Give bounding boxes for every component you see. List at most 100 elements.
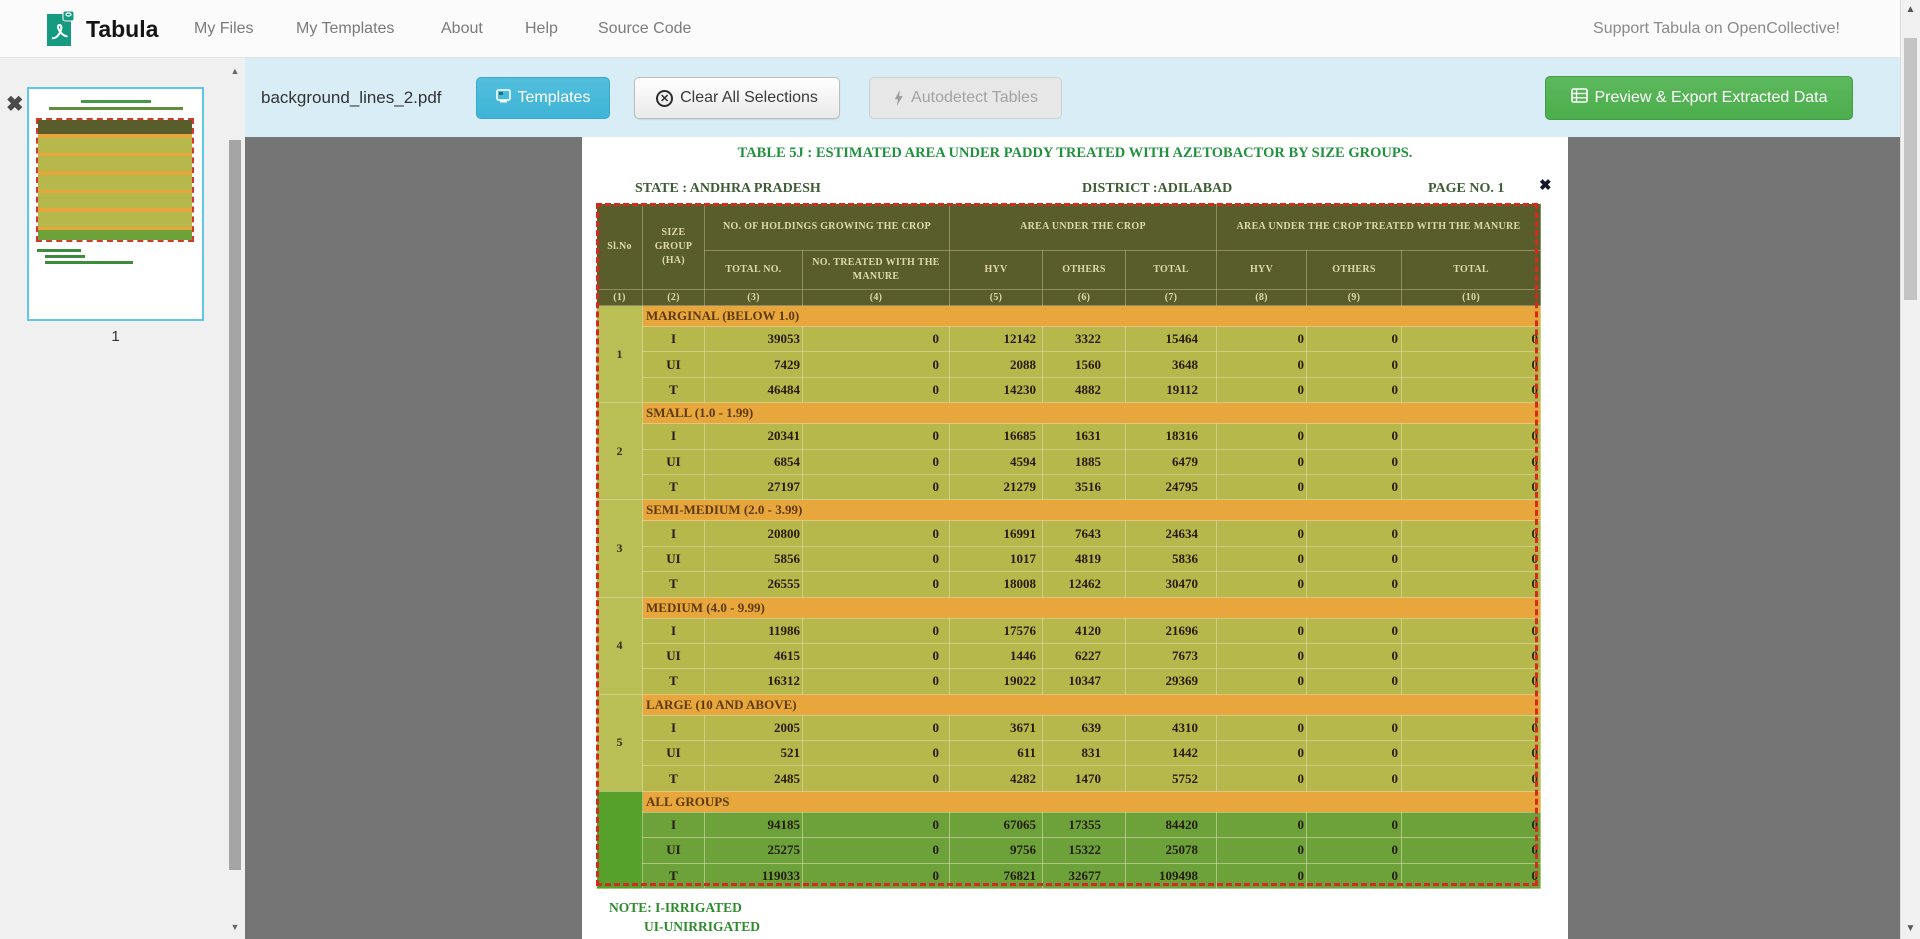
value-cell: 0 [1217,474,1307,499]
value-cell: 19022 [950,669,1043,694]
value-cell: 0 [1402,838,1541,863]
table-row: T11903307682132677109498000 [597,863,1541,888]
table-row: T265550180081246230470000 [597,572,1541,597]
value-cell: 0 [1307,352,1402,377]
value-cell: 1442 [1126,741,1217,766]
table-row: UI68540459418856479000 [597,449,1541,474]
pdf-note-line-1: NOTE: I-IRRIGATED [609,900,742,916]
sidebar-scrollbar[interactable]: ▲ ▼ [227,58,243,939]
value-cell: 25275 [705,838,803,863]
clear-all-selections-button[interactable]: ✕ Clear All Selections [634,77,840,119]
col-subheader: TOTAL [1402,251,1541,290]
value-cell: 4282 [950,766,1043,791]
col-number: (6) [1043,290,1126,306]
scroll-up-icon[interactable]: ▲ [1901,4,1920,15]
value-cell: 12462 [1043,572,1126,597]
col-header-size-group: SIZE GROUP (HA) [643,204,705,290]
col-subheader: HYV [1217,251,1307,290]
selection-close-icon[interactable]: ✖ [1539,179,1552,194]
autodetect-button-label: Autodetect Tables [911,89,1038,107]
value-cell: 0 [1402,352,1541,377]
value-cell: 0 [1307,572,1402,597]
scroll-down-icon[interactable]: ▼ [227,922,243,932]
scroll-up-icon[interactable]: ▲ [227,66,243,76]
value-cell: 21279 [950,474,1043,499]
remove-page-icon[interactable]: ✖ [6,94,24,115]
size-group-band: ALL GROUPS [597,791,1541,812]
row-label-cell: UI [643,546,705,571]
value-cell: 1885 [1043,449,1126,474]
col-header-slno: Sl.No [597,204,643,290]
value-cell: 0 [803,449,950,474]
col-number: (3) [705,290,803,306]
export-button-label: Preview & Export Extracted Data [1595,89,1828,107]
col-subheader: OTHERS [1307,251,1402,290]
template-upload-icon [496,89,511,108]
pdf-table-title: TABLE 5J : ESTIMATED AREA UNDER PADDY TR… [582,145,1568,162]
preview-export-button[interactable]: Preview & Export Extracted Data [1545,76,1853,120]
templates-button[interactable]: Templates [476,77,610,119]
value-cell: 0 [803,812,950,837]
brand-title: Tabula [86,0,158,58]
thumb-table-selection [36,118,194,242]
value-cell: 3516 [1043,474,1126,499]
value-cell: 0 [1217,424,1307,449]
row-label-cell: I [643,424,705,449]
value-cell: 0 [803,741,950,766]
nav-item-source-code[interactable]: Source Code [598,0,691,58]
window-scrollbar[interactable]: ▲ ▼ [1900,0,1920,939]
value-cell: 0 [1307,766,1402,791]
row-label-cell: UI [643,352,705,377]
size-group-band: 5LARGE (10 AND ABOVE) [597,694,1541,715]
value-cell: 831 [1043,741,1126,766]
value-cell: 5856 [705,546,803,571]
row-label-cell: T [643,766,705,791]
value-cell: 0 [803,352,950,377]
value-cell: 0 [1307,546,1402,571]
row-label-cell: I [643,812,705,837]
value-cell: 7643 [1043,521,1126,546]
value-cell: 0 [1402,812,1541,837]
value-cell: 6854 [705,449,803,474]
col-header-area-group: AREA UNDER THE CROP [950,204,1217,251]
sidebar-scrollbar-thumb[interactable] [229,140,241,870]
value-cell: 20341 [705,424,803,449]
row-label-cell: UI [643,643,705,668]
value-cell: 11986 [705,618,803,643]
value-cell: 1446 [950,643,1043,668]
thumb-note-line [37,249,81,252]
window-scrollbar-thumb[interactable] [1904,38,1917,300]
nav-item-my-files[interactable]: My Files [194,0,254,58]
nav-item-about[interactable]: About [441,0,483,58]
value-cell: 16312 [705,669,803,694]
value-cell: 10347 [1043,669,1126,694]
scroll-down-icon[interactable]: ▼ [1901,923,1920,934]
value-cell: 84420 [1126,812,1217,837]
support-link[interactable]: Support Tabula on OpenCollective! [1593,0,1840,58]
value-cell: 0 [1217,546,1307,571]
size-group-band: 1MARGINAL (BELOW 1.0) [597,306,1541,327]
value-cell: 0 [1217,838,1307,863]
value-cell: 3648 [1126,352,1217,377]
value-cell: 16991 [950,521,1043,546]
table-row: I11986017576412021696000 [597,618,1541,643]
nav-item-my-templates[interactable]: My Templates [296,0,394,58]
value-cell: 0 [1217,812,1307,837]
value-cell: 46484 [705,377,803,402]
page-thumbnail[interactable] [27,87,204,321]
pdf-page[interactable]: TABLE 5J : ESTIMATED AREA UNDER PADDY TR… [582,137,1568,939]
value-cell: 109498 [1126,863,1217,888]
col-subheader: TOTAL [1126,251,1217,290]
value-cell: 0 [1307,449,1402,474]
row-label-cell: UI [643,838,705,863]
nav-item-help[interactable]: Help [525,0,558,58]
value-cell: 0 [803,474,950,499]
page-thumbnails-sidebar: ✖ 1 ▲ ▼ [0,58,245,939]
slno-cell [597,791,643,888]
pdf-district-label: DISTRICT :ADILABAD [1082,181,1232,197]
value-cell: 26555 [705,572,803,597]
value-cell: 0 [803,643,950,668]
value-cell: 0 [803,377,950,402]
value-cell: 0 [803,572,950,597]
value-cell: 1017 [950,546,1043,571]
